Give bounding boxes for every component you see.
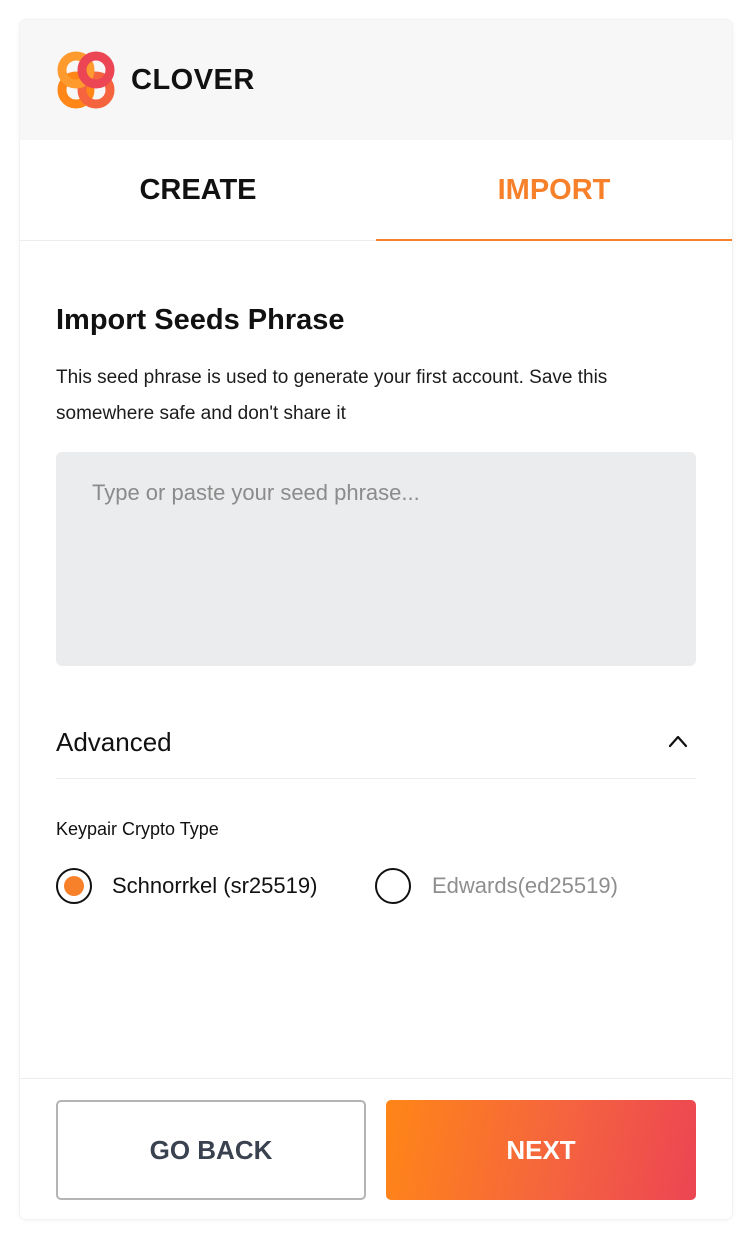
active-tab-indicator [376, 239, 732, 241]
next-button[interactable]: NEXT [386, 1100, 696, 1200]
tab-bar: CREATE IMPORT [20, 140, 732, 241]
brand-name: CLOVER [131, 64, 255, 96]
import-account-card: CLOVER CREATE IMPORT Import Seeds Phrase… [20, 20, 732, 1219]
page-title: Import Seeds Phrase [56, 304, 345, 336]
chevron-up-icon [668, 735, 688, 748]
radio-button-unselected[interactable] [375, 868, 411, 904]
go-back-button[interactable]: GO BACK [56, 1100, 366, 1200]
radio-label-sr25519: Schnorrkel (sr25519) [112, 873, 318, 898]
advanced-toggle[interactable]: Advanced [56, 710, 696, 779]
radio-button-selected[interactable] [56, 868, 92, 904]
advanced-label: Advanced [56, 727, 172, 757]
radio-label-ed25519: Edwards(ed25519) [432, 873, 618, 898]
tab-import[interactable]: IMPORT [376, 140, 732, 240]
keypair-type-label: Keypair Crypto Type [56, 819, 219, 839]
radio-selected-dot [64, 876, 84, 896]
tab-create[interactable]: CREATE [20, 140, 376, 240]
clover-logo-icon [57, 51, 115, 109]
page-description: This seed phrase is used to generate you… [56, 367, 608, 424]
footer-actions: GO BACK NEXT [20, 1078, 732, 1219]
app-header: CLOVER [20, 20, 732, 140]
seed-phrase-input[interactable] [56, 452, 696, 666]
